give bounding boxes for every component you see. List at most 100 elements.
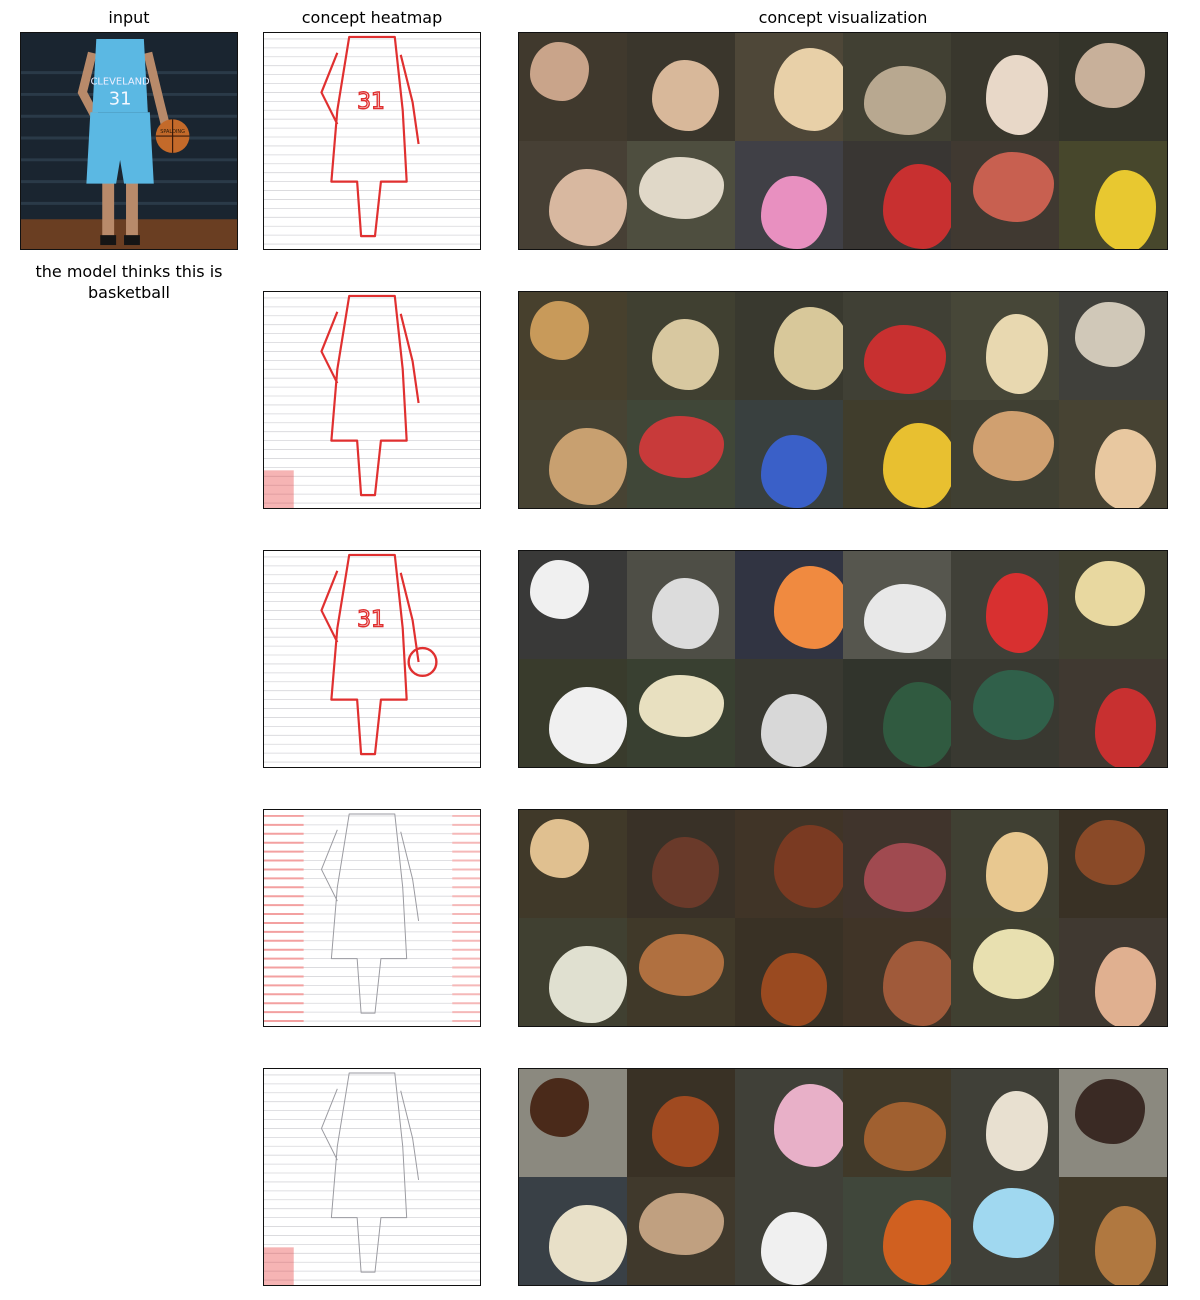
- heatmap-1: 31: [263, 32, 481, 250]
- concept-tile: [627, 1177, 735, 1285]
- concept-visualization-4: [518, 809, 1168, 1027]
- tile-highlight-region: [1075, 301, 1146, 367]
- tile-highlight-region: [1075, 560, 1146, 626]
- tile-highlight-region: [549, 687, 627, 764]
- heatmap-figure-outline: [320, 35, 420, 238]
- concept-tile: [519, 918, 627, 1026]
- heatmap-ball-outline: [407, 646, 438, 678]
- tile-highlight-region: [549, 428, 627, 505]
- heatmap-column-title: concept heatmap: [301, 8, 443, 27]
- concept-tile: [843, 1177, 951, 1285]
- tile-highlight-region: [1094, 1206, 1157, 1285]
- tile-highlight-region: [773, 825, 843, 909]
- concept-tile: [735, 141, 843, 249]
- tile-highlight-region: [985, 1090, 1049, 1171]
- concept-tile: [1059, 918, 1167, 1026]
- concept-tile: [843, 659, 951, 767]
- tile-highlight-region: [773, 307, 843, 391]
- concept-tile: [1059, 1069, 1167, 1177]
- concept-tile: [627, 292, 735, 400]
- concept-tile: [519, 1069, 627, 1177]
- tile-highlight-region: [972, 669, 1054, 740]
- prediction-text: the model thinks this is basketball: [35, 262, 223, 302]
- ball-text: SPALDING: [160, 129, 185, 135]
- tile-highlight-region: [985, 831, 1049, 912]
- concept-tile: [519, 659, 627, 767]
- tile-highlight-region: [972, 151, 1054, 222]
- tile-highlight-region: [549, 1205, 627, 1282]
- concept-tile: [1059, 292, 1167, 400]
- tile-highlight-region: [773, 1084, 843, 1168]
- concept-tile: [735, 810, 843, 918]
- tile-highlight-region: [773, 566, 843, 650]
- tile-highlight-region: [760, 1211, 827, 1285]
- tile-highlight-region: [985, 572, 1049, 653]
- heatmap-figure-outline: [320, 1072, 420, 1273]
- heatmap-hot-region: [264, 470, 294, 508]
- tile-highlight-region: [760, 952, 827, 1026]
- concept-tile: [735, 918, 843, 1026]
- tile-highlight-region: [638, 1193, 725, 1255]
- tile-highlight-region: [529, 1077, 590, 1138]
- concept-tile: [519, 551, 627, 659]
- tile-highlight-region: [985, 54, 1049, 135]
- concept-tile: [951, 292, 1059, 400]
- heatmap-4: [263, 809, 481, 1027]
- tile-highlight-region: [1094, 170, 1157, 249]
- tile-highlight-region: [760, 434, 827, 508]
- tile-highlight-region: [638, 416, 725, 478]
- concept-tile: [843, 292, 951, 400]
- concept-tile: [1059, 810, 1167, 918]
- tile-highlight-region: [549, 169, 627, 246]
- concept-tile: [735, 1177, 843, 1285]
- tile-highlight-region: [529, 818, 590, 879]
- tile-highlight-region: [773, 48, 843, 132]
- tile-highlight-region: [1075, 42, 1146, 108]
- concept-tile: [951, 810, 1059, 918]
- tile-highlight-region: [882, 940, 951, 1026]
- tile-highlight-region: [863, 66, 946, 135]
- concept-visualization-3: [518, 550, 1168, 768]
- tile-highlight-region: [863, 1102, 946, 1171]
- concept-tile: [1059, 141, 1167, 249]
- concept-tile: [519, 141, 627, 249]
- tile-highlight-region: [863, 843, 946, 912]
- heatmap-number: 31: [357, 607, 385, 632]
- tile-highlight-region: [882, 1199, 951, 1285]
- tile-highlight-region: [882, 163, 951, 249]
- tile-highlight-region: [863, 584, 946, 653]
- concept-tile: [519, 810, 627, 918]
- tile-highlight-region: [1094, 429, 1157, 508]
- tile-highlight-region: [972, 410, 1054, 481]
- concept-visualization-2: [518, 291, 1168, 509]
- tile-highlight-region: [1094, 688, 1157, 767]
- input-image: CLEVELAND 31 SPALDING: [20, 32, 238, 250]
- tile-highlight-region: [985, 313, 1049, 394]
- concept-tile: [519, 292, 627, 400]
- concept-tile: [1059, 1177, 1167, 1285]
- tile-highlight-region: [1075, 819, 1146, 885]
- tile-highlight-region: [863, 325, 946, 394]
- concept-tile: [627, 551, 735, 659]
- concept-tile: [951, 659, 1059, 767]
- tile-highlight-region: [638, 934, 725, 996]
- tile-highlight-region: [882, 681, 951, 767]
- concept-tile: [735, 551, 843, 659]
- heatmap-3: 31: [263, 550, 481, 768]
- concept-tile: [951, 551, 1059, 659]
- heatmap-number: 31: [357, 89, 385, 114]
- tile-highlight-region: [760, 175, 827, 249]
- concept-tile: [951, 918, 1059, 1026]
- tile-highlight-region: [1075, 1078, 1146, 1144]
- concept-tile: [951, 1069, 1059, 1177]
- tile-highlight-region: [638, 675, 725, 737]
- concept-tile: [627, 400, 735, 508]
- concept-tile: [843, 918, 951, 1026]
- concept-tile: [627, 33, 735, 141]
- concept-tile: [519, 1177, 627, 1285]
- concept-tile: [1059, 400, 1167, 508]
- heatmap-figure-outline: [320, 813, 420, 1014]
- concept-tile: [951, 400, 1059, 508]
- concept-tile: [735, 659, 843, 767]
- jersey-number: 31: [109, 88, 132, 109]
